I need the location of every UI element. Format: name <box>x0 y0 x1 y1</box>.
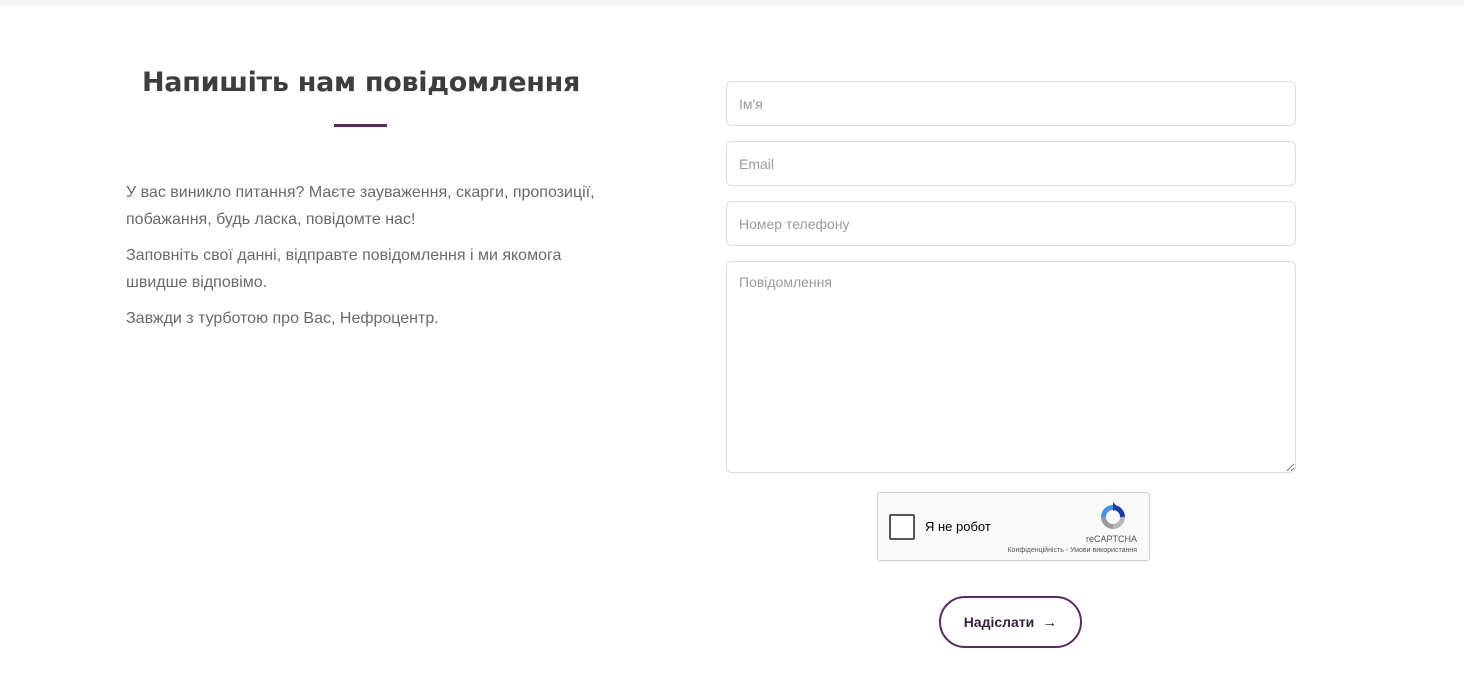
recaptcha-logo-icon <box>1101 502 1125 529</box>
recaptcha-privacy-link[interactable]: Конфіденційність <box>1008 547 1064 554</box>
description-paragraph: Заповніть свої данні, відправте повідомл… <box>126 247 562 291</box>
name-input[interactable] <box>726 81 1296 126</box>
contact-form <box>726 81 1296 473</box>
title-divider <box>334 124 387 127</box>
recaptcha-terms-link[interactable]: Умови використання <box>1070 547 1137 554</box>
contact-intro: Напишіть нам повідомлення У вас виникло … <box>126 64 596 341</box>
submit-button[interactable]: Надіслати → <box>939 596 1082 648</box>
arrow-right-icon: → <box>1042 613 1058 631</box>
email-input[interactable] <box>726 141 1296 186</box>
phone-input[interactable] <box>726 201 1296 246</box>
section-title: Напишіть нам повідомлення <box>142 67 580 98</box>
recaptcha-checkbox[interactable] <box>889 514 915 540</box>
submit-button-label: Надіслати <box>963 614 1035 630</box>
recaptcha-links: Конфіденційність - Умови використання <box>1008 547 1137 554</box>
message-textarea[interactable] <box>726 261 1296 473</box>
top-border <box>0 0 1464 6</box>
recaptcha-label: Я не робот <box>925 519 991 534</box>
section-description: У вас виникло питання? Маєте зауваження,… <box>126 179 596 332</box>
description-paragraph: Завжди з турботою про Вас, Нефроцентр. <box>126 310 439 327</box>
description-paragraph: У вас виникло питання? Маєте зауваження,… <box>126 184 595 228</box>
recaptcha-brand: reCAPTCHA <box>1085 534 1137 544</box>
recaptcha-widget: Я не робот reCAPTCHA Конфіденційність - … <box>877 492 1150 561</box>
